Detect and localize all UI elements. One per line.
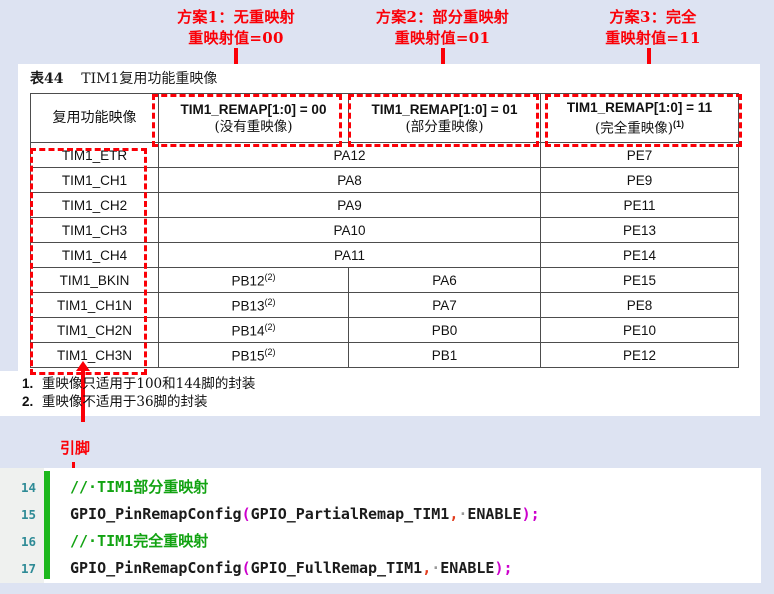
header-remap-01: TIM1_REMAP[1:0] = 01 (部分重映像) [348,93,541,143]
table-footnotes: 1. 重映像只适用于100和144脚的封装 2. 重映像不适用于36脚的封装 [22,375,255,411]
header-remap-01-line1: TIM1_REMAP[1:0] = 01 [371,101,518,117]
remap-table: 复用功能映像 TIM1_REMAP[1:0] = 00 (没有重映像) TIM1… [30,93,739,368]
header-remap-00: TIM1_REMAP[1:0] = 00 (没有重映像) [158,93,349,143]
cell-remap-merged: PA11 [158,242,541,268]
code-line-number: 14 [20,480,36,495]
footnote-1-text: 重映像只适用于100和144脚的封装 [41,376,256,392]
header-remap-11-line2: (完全重映像) [594,120,674,137]
table-row: TIM1_CH1 PA8 PE9 [30,167,739,193]
annotation-scheme-1: 方案1：无重映射 重映射值=00 [177,8,295,47]
table-caption-number: 表44 [30,71,64,87]
header-remap-11-line1: TIM1_REMAP[1:0] = 11 [566,99,713,115]
table-row: TIM1_BKIN PB12(2) PA6 PE15 [30,267,739,293]
cell-remap-11: PE7 [540,142,739,168]
code-line-number: 17 [20,561,36,576]
annotation-scheme-3: 方案3：完全 重映射值=11 [605,8,701,47]
table-body: TIM1_ETR PA12 PE7 TIM1_CH1 PA8 PE9 TIM1_CH2 PA9… [30,142,739,368]
annotation-scheme-2: 方案2：部分重映射 重映射值=01 [375,8,510,47]
table-row: TIM1_CH3N PB15(2) PB1 PE12 [30,342,739,368]
cell-remap-11: PE8 [540,292,739,318]
code-line-number: 16 [20,534,36,549]
header-function-mapping: 复用功能映像 [30,93,159,143]
cell-remap-00: PB15(2) [158,342,349,368]
footnote-2-text: 重映像不适用于36脚的封装 [41,394,208,410]
code-block: 14 15 16 17 //·TIM1部分重映射 GPIO_PinRemapConfig… [0,468,761,583]
cell-remap-merged: PA12 [158,142,541,168]
cell-remap-11: PE14 [540,242,739,268]
header-remap-01-line2: (部分重映像) [405,118,484,135]
table-row: TIM1_CH2 PA9 PE11 [30,192,739,218]
table-row: TIM1_CH1N PB13(2) PA7 PE8 [30,292,739,318]
cell-function-name: TIM1_CH1 [30,167,159,193]
cell-remap-01: PB0 [348,317,541,343]
cell-remap-merged: PA8 [158,167,541,193]
header-remap-00-line1: TIM1_REMAP[1:0] = 00 [180,101,327,117]
code-lines: //·TIM1部分重映射 GPIO_PinRemapConfig(GPIO_Par… [50,468,761,583]
header-remap-00-line2: (没有重映像) [214,118,293,135]
footnote-1-number: 1. [22,376,34,391]
cell-remap-11: PE12 [540,342,739,368]
cell-remap-11: PE15 [540,267,739,293]
cell-function-name: TIM1_CH2N [30,317,159,343]
code-line[interactable]: //·TIM1完全重映射 [70,528,761,555]
header-remap-11-footnote-ref: (1) [673,118,685,129]
table-header-row: 复用功能映像 TIM1_REMAP[1:0] = 00 (没有重映像) TIM1… [30,93,739,143]
cell-remap-00: PB12(2) [158,267,349,293]
footnote-2: 2. 重映像不适用于36脚的封装 [22,393,255,411]
cell-remap-01: PA6 [348,267,541,293]
cell-remap-11: PE10 [540,317,739,343]
cell-function-name: TIM1_CH3N [30,342,159,368]
table-row: TIM1_CH3 PA10 PE13 [30,217,739,243]
footnote-1: 1. 重映像只适用于100和144脚的封装 [22,375,255,393]
code-line-number: 15 [20,507,36,522]
cell-remap-11: PE13 [540,217,739,243]
table-caption: 表44 TIM1复用功能重映像 [30,68,217,88]
cell-function-name: TIM1_CH4 [30,242,159,268]
code-line[interactable]: GPIO_PinRemapConfig(GPIO_PartialRemap_TI… [70,501,761,528]
annotation-pin-label: 引脚 [59,439,90,457]
cell-remap-11: PE9 [540,167,739,193]
cell-function-name: TIM1_CH2 [30,192,159,218]
cell-remap-11: PE11 [540,192,739,218]
document-panel: 表44 TIM1复用功能重映像 复用功能映像 TIM1_REMAP[1:0] =… [18,64,760,414]
code-gutter: 14 15 16 17 [0,468,44,583]
footnote-2-number: 2. [22,394,34,409]
cell-remap-00: PB13(2) [158,292,349,318]
cell-remap-01: PB1 [348,342,541,368]
cell-function-name: TIM1_ETR [30,142,159,168]
cell-remap-01: PA7 [348,292,541,318]
code-line[interactable]: //·TIM1部分重映射 [70,474,761,501]
cell-function-name: TIM1_CH3 [30,217,159,243]
header-remap-11: TIM1_REMAP[1:0] = 11 (完全重映像)(1) [540,93,739,143]
table-row: TIM1_CH2N PB14(2) PB0 PE10 [30,317,739,343]
cell-remap-00: PB14(2) [158,317,349,343]
table-row: TIM1_CH4 PA11 PE14 [30,242,739,268]
cell-remap-merged: PA9 [158,192,541,218]
cell-remap-merged: PA10 [158,217,541,243]
code-line[interactable]: GPIO_PinRemapConfig(GPIO_FullRemap_TIM1,… [70,555,761,582]
table-caption-text: TIM1复用功能重映像 [81,71,218,87]
table-row: TIM1_ETR PA12 PE7 [30,142,739,168]
cell-function-name: TIM1_BKIN [30,267,159,293]
cell-function-name: TIM1_CH1N [30,292,159,318]
